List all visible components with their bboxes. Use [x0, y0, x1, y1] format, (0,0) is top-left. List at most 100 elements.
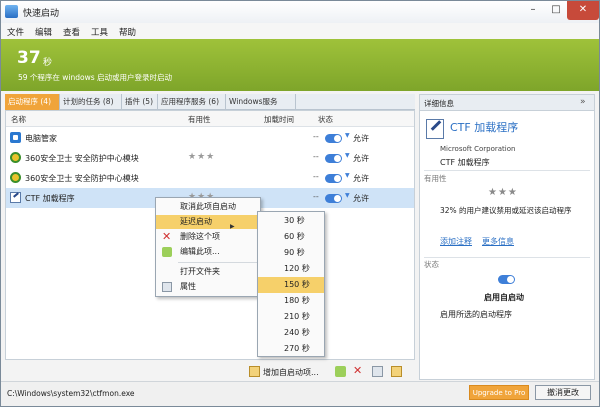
- row-status: 允许: [353, 134, 369, 143]
- menu-item-edit[interactable]: 编辑此项...: [156, 245, 260, 259]
- rating-text: 32% 的用户建议禁用或延迟该启动程序: [440, 206, 572, 215]
- delay-option[interactable]: 90 秒: [258, 245, 324, 261]
- minimize-button[interactable]: –: [521, 1, 545, 20]
- detail-title: CTF 加载程序: [450, 121, 519, 134]
- collapse-chevron-icon[interactable]: »: [580, 97, 586, 107]
- delay-option[interactable]: 210 秒: [258, 309, 324, 325]
- chevron-down-icon[interactable]: ▼: [345, 152, 350, 159]
- menu-item-label: 延迟启动: [180, 217, 212, 226]
- delay-option[interactable]: 120 秒: [258, 261, 324, 277]
- tab-plugins[interactable]: 插件 (5): [122, 94, 158, 110]
- maximize-button[interactable]: □: [545, 1, 567, 20]
- ctf-large-icon: [426, 119, 444, 139]
- app-icon: [5, 5, 18, 18]
- 360-icon: [10, 172, 21, 183]
- status-toggle[interactable]: [325, 174, 342, 183]
- menu-item-disable-autostart[interactable]: 取消此项自启动: [156, 200, 260, 214]
- row-load-time: --: [313, 132, 319, 141]
- delete-icon[interactable]: ✕: [353, 365, 364, 377]
- status-toggle[interactable]: [325, 154, 342, 163]
- selected-path: C:\Windows\system32\ctfmon.exe: [7, 389, 135, 398]
- column-header: 名称 有用性 加载时间 状态: [6, 111, 414, 127]
- col-usefulness[interactable]: 有用性: [188, 114, 211, 125]
- detail-rating-stars: ★★★: [488, 187, 518, 198]
- menu-help[interactable]: 帮助: [119, 26, 136, 38]
- row-load-time: --: [313, 172, 319, 181]
- row-name: 360安全卫士 安全防护中心模块: [25, 154, 139, 163]
- startup-seconds: 37: [17, 48, 41, 68]
- tab-startup-programs[interactable]: 启动程序 (4): [5, 94, 60, 110]
- detail-panel: 详细信息 » CTF 加载程序 Microsoft Corporation CT…: [419, 94, 595, 380]
- row-status: 允许: [353, 174, 369, 183]
- menu-item-delay-start[interactable]: 延迟启动 ▶: [156, 215, 260, 230]
- menu-separator: [178, 262, 258, 263]
- row-load-time: --: [313, 152, 319, 161]
- col-status[interactable]: 状态: [318, 114, 333, 125]
- main-window: 快速启动 – □ ✕ 文件 编辑 查看 工具 帮助 37 秒 59 个程序在 w…: [0, 0, 600, 407]
- delay-option[interactable]: 240 秒: [258, 325, 324, 341]
- pc-manager-icon: [10, 132, 21, 143]
- chevron-down-icon[interactable]: ▼: [345, 192, 350, 199]
- status-label: 状态: [424, 260, 439, 269]
- rating-stars: ★★★: [188, 152, 216, 162]
- menu-bar: 文件 编辑 查看 工具 帮助: [1, 23, 599, 39]
- delay-option[interactable]: 270 秒: [258, 341, 324, 357]
- summary-banner: 37 秒 59 个程序在 windows 启动或用户登录时启动: [1, 39, 599, 91]
- menu-file[interactable]: 文件: [7, 26, 24, 38]
- detail-product: CTF 加载程序: [440, 158, 490, 167]
- add-startup-icon[interactable]: [249, 366, 260, 377]
- detail-header: 详细信息 »: [420, 95, 594, 111]
- menu-tools[interactable]: 工具: [91, 26, 108, 38]
- add-comment-link[interactable]: 添加注释: [440, 236, 472, 247]
- delay-option[interactable]: 150 秒: [258, 277, 324, 293]
- delay-option[interactable]: 30 秒: [258, 213, 324, 229]
- context-menu: 取消此项自启动 延迟启动 ▶ ✕ 删除这个项 编辑此项... 打开文件夹 属性: [155, 197, 261, 297]
- col-load-time[interactable]: 加载时间: [264, 114, 294, 125]
- table-row[interactable]: 360安全卫士 安全防护中心模块 -- ▼ 允许: [6, 168, 414, 188]
- close-button[interactable]: ✕: [567, 1, 599, 20]
- col-name[interactable]: 名称: [11, 114, 26, 125]
- chevron-down-icon[interactable]: ▼: [345, 172, 350, 179]
- status-toggle[interactable]: [325, 194, 342, 203]
- detail-status-desc: 启用所选的启动程序: [440, 310, 512, 319]
- delay-option[interactable]: 180 秒: [258, 293, 324, 309]
- table-row[interactable]: 360安全卫士 安全防护中心模块 ★★★ -- ▼ 允许: [6, 148, 414, 168]
- undo-changes-button[interactable]: 撤消更改: [535, 385, 591, 400]
- window-title: 快速启动: [23, 9, 60, 19]
- row-name: 电脑管家: [25, 134, 57, 143]
- menu-view[interactable]: 查看: [63, 26, 80, 38]
- divider: [424, 170, 590, 171]
- row-status: 允许: [353, 194, 369, 203]
- row-load-time: --: [313, 192, 319, 201]
- chevron-down-icon[interactable]: ▼: [345, 132, 350, 139]
- menu-edit[interactable]: 编辑: [35, 26, 52, 38]
- menu-item-delete[interactable]: 删除这个项: [156, 230, 260, 244]
- delay-option[interactable]: 60 秒: [258, 229, 324, 245]
- menu-item-properties[interactable]: 属性: [156, 280, 260, 294]
- tab-scheduled-tasks[interactable]: 计划的任务 (8): [60, 94, 122, 110]
- 360-icon: [10, 152, 21, 163]
- tab-bar: 启动程序 (4) 计划的任务 (8) 插件 (5) 应用程序服务 (6) Win…: [5, 94, 415, 121]
- row-name: CTF 加载程序: [25, 194, 75, 203]
- divider: [424, 257, 590, 258]
- table-row[interactable]: 电脑管家 -- ▼ 允许: [6, 128, 414, 148]
- folder-icon[interactable]: [391, 366, 402, 377]
- row-name: 360安全卫士 安全防护中心模块: [25, 174, 139, 183]
- detail-status-toggle[interactable]: [498, 275, 515, 284]
- properties-icon[interactable]: [372, 366, 383, 377]
- banner-description: 59 个程序在 windows 启动或用户登录时启动: [18, 73, 173, 82]
- seconds-unit: 秒: [43, 58, 53, 68]
- detail-status-value: 启用自启动: [484, 293, 524, 302]
- usefulness-label: 有用性: [424, 174, 447, 183]
- ctf-icon: [10, 192, 21, 203]
- more-info-link[interactable]: 更多信息: [482, 236, 514, 247]
- add-startup-button[interactable]: 增加自启动项...: [263, 367, 319, 378]
- status-toggle[interactable]: [325, 134, 342, 143]
- detail-header-title: 详细信息: [424, 99, 454, 108]
- enable-icon[interactable]: [335, 366, 346, 377]
- menu-item-open-folder[interactable]: 打开文件夹: [156, 265, 260, 279]
- tab-windows-services[interactable]: Windows服务 (36): [226, 94, 296, 121]
- tab-app-services[interactable]: 应用程序服务 (6): [158, 94, 226, 110]
- upgrade-button[interactable]: Upgrade to Pro: [469, 385, 529, 400]
- title-bar: 快速启动 – □ ✕: [1, 1, 599, 23]
